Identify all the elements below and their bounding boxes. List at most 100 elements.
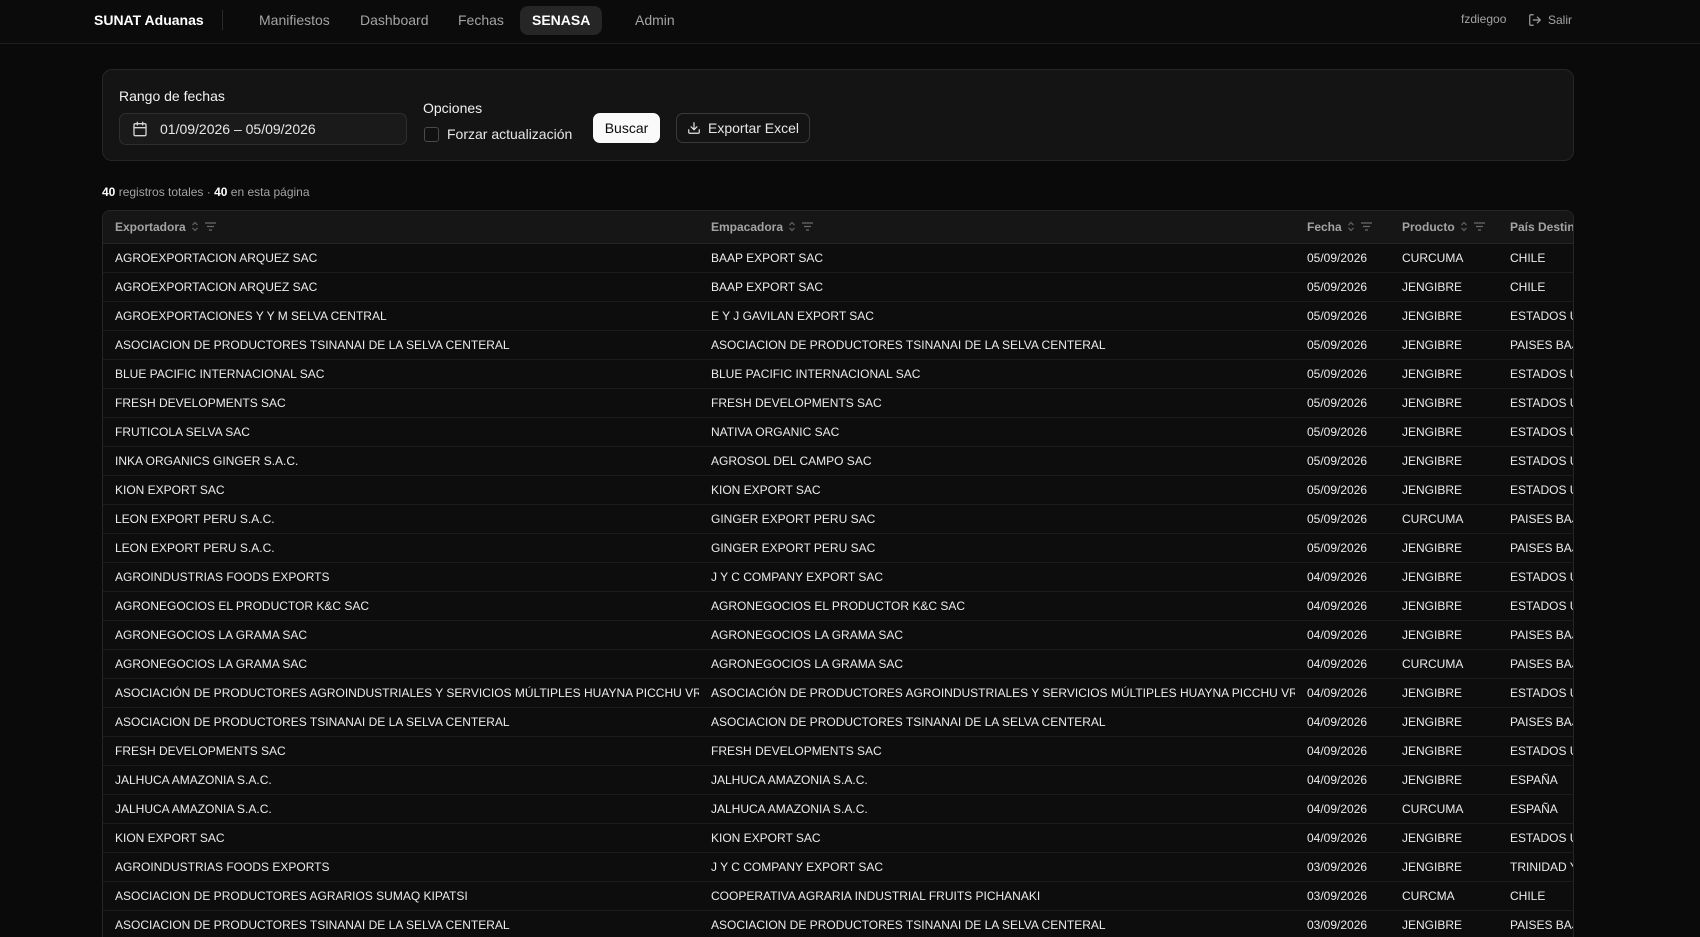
nav-item-senasa[interactable]: SENASA bbox=[520, 6, 603, 35]
cell-exportadora: BLUE PACIFIC INTERNACIONAL SAC bbox=[115, 366, 325, 381]
cell-exportadora: FRESH DEVELOPMENTS SAC bbox=[115, 395, 286, 410]
results-table-container[interactable]: Exportadora Empacadora Fecha Producto País D… bbox=[102, 210, 1574, 937]
cell-producto: JENGIBRE bbox=[1402, 830, 1463, 845]
filter-icon[interactable] bbox=[1473, 221, 1486, 232]
cell-exportadora: KION EXPORT SAC bbox=[115, 830, 225, 845]
sort-icon[interactable] bbox=[191, 221, 199, 232]
cell-fecha: 04/09/2026 bbox=[1307, 830, 1368, 845]
table-row[interactable]: AGRONEGOCIOS LA GRAMA SAC AGRONEGOCIOS LA… bbox=[103, 620, 1573, 649]
cell-empacadora: GINGER EXPORT PERU SAC bbox=[711, 540, 876, 555]
table-row[interactable]: ASOCIACION DE PRODUCTORES TSINANAI DE LA… bbox=[103, 707, 1573, 736]
sort-icon[interactable] bbox=[1347, 221, 1355, 232]
cell-exportadora: JALHUCA AMAZONIA S.A.C. bbox=[115, 772, 272, 787]
cell-empacadora: KION EXPORT SAC bbox=[711, 482, 821, 497]
force-update-checkbox[interactable] bbox=[424, 127, 439, 142]
cell-producto: JENGIBRE bbox=[1402, 482, 1463, 497]
nav-item-manifiestos[interactable]: Manifiestos bbox=[247, 6, 342, 35]
cell-producto: JENGIBRE bbox=[1402, 685, 1463, 700]
cell-empacadora: AGRONEGOCIOS LA GRAMA SAC bbox=[711, 656, 904, 671]
cell-empacadora: FRESH DEVELOPMENTS SAC bbox=[711, 743, 882, 758]
table-row[interactable]: ASOCIACIÓN DE PRODUCTORES AGROINDUSTRIAL… bbox=[103, 678, 1573, 707]
table-row[interactable]: FRESH DEVELOPMENTS SAC FRESH DEVELOPMENTS… bbox=[103, 388, 1573, 417]
column-header-producto[interactable]: Producto bbox=[1390, 211, 1498, 244]
nav-item-dashboard[interactable]: Dashboard bbox=[348, 6, 441, 35]
cell-pais-destino: PAISES BAJOS bbox=[1510, 656, 1573, 671]
cell-producto: JENGIBRE bbox=[1402, 366, 1463, 381]
cell-pais-destino: ESTADOS UNIDOS bbox=[1510, 308, 1573, 323]
table-row[interactable]: AGROEXPORTACION ARQUEZ SAC BAAP EXPORT SA… bbox=[103, 243, 1573, 272]
cell-exportadora: AGROINDUSTRIAS FOODS EXPORTS bbox=[115, 569, 330, 584]
cell-empacadora: ASOCIACIÓN DE PRODUCTORES AGROINDUSTRIAL… bbox=[711, 685, 1295, 700]
cell-fecha: 05/09/2026 bbox=[1307, 279, 1368, 294]
cell-exportadora: LEON EXPORT PERU S.A.C. bbox=[115, 511, 275, 526]
cell-exportadora: AGROEXPORTACION ARQUEZ SAC bbox=[115, 279, 318, 294]
column-header-fecha[interactable]: Fecha bbox=[1295, 211, 1390, 244]
cell-pais-destino: ESTADOS UNIDOS bbox=[1510, 482, 1573, 497]
cell-fecha: 04/09/2026 bbox=[1307, 801, 1368, 816]
table-row[interactable]: ASOCIACION DE PRODUCTORES TSINANAI DE LA… bbox=[103, 910, 1573, 937]
table-row[interactable]: LEON EXPORT PERU S.A.C. GINGER EXPORT PER… bbox=[103, 533, 1573, 562]
table-row[interactable]: KION EXPORT SAC KION EXPORT SAC 05/09/2026… bbox=[103, 475, 1573, 504]
cell-exportadora: AGRONEGOCIOS LA GRAMA SAC bbox=[115, 656, 308, 671]
table-row[interactable]: FRESH DEVELOPMENTS SAC FRESH DEVELOPMENTS… bbox=[103, 736, 1573, 765]
cell-producto: JENGIBRE bbox=[1402, 395, 1463, 410]
cell-fecha: 05/09/2026 bbox=[1307, 308, 1368, 323]
cell-exportadora: LEON EXPORT PERU S.A.C. bbox=[115, 540, 275, 555]
cell-empacadora: GINGER EXPORT PERU SAC bbox=[711, 511, 876, 526]
table-row[interactable]: ASOCIACION DE PRODUCTORES TSINANAI DE LA… bbox=[103, 330, 1573, 359]
cell-exportadora: FRUTICOLA SELVA SAC bbox=[115, 424, 250, 439]
cell-empacadora: BAAP EXPORT SAC bbox=[711, 250, 824, 265]
cell-producto: JENGIBRE bbox=[1402, 917, 1463, 932]
cell-empacadora: J Y C COMPANY EXPORT SAC bbox=[711, 859, 884, 874]
table-row[interactable]: LEON EXPORT PERU S.A.C. GINGER EXPORT PER… bbox=[103, 504, 1573, 533]
table-row[interactable]: FRUTICOLA SELVA SAC NATIVA ORGANIC SAC 05/… bbox=[103, 417, 1573, 446]
cell-empacadora: KION EXPORT SAC bbox=[711, 830, 821, 845]
filter-icon[interactable] bbox=[204, 221, 217, 232]
sort-icon[interactable] bbox=[788, 221, 796, 232]
force-update-label[interactable]: Forzar actualización bbox=[447, 126, 572, 142]
cell-pais-destino: ESTADOS UNIDOS bbox=[1510, 366, 1573, 381]
cell-empacadora: JALHUCA AMAZONIA S.A.C. bbox=[711, 801, 868, 816]
table-row[interactable]: AGROEXPORTACIONES Y Y M SELVA CENTRAL E Y… bbox=[103, 301, 1573, 330]
filter-icon[interactable] bbox=[1360, 221, 1373, 232]
logout-button[interactable]: Salir bbox=[1528, 10, 1572, 30]
search-button[interactable]: Buscar bbox=[593, 113, 660, 143]
cell-pais-destino: ESTADOS UNIDOS bbox=[1510, 598, 1573, 613]
cell-pais-destino: ESTADOS UNIDOS bbox=[1510, 830, 1573, 845]
column-header-empacadora[interactable]: Empacadora bbox=[699, 211, 1295, 244]
cell-fecha: 04/09/2026 bbox=[1307, 598, 1368, 613]
table-row[interactable]: AGROINDUSTRIAS FOODS EXPORTS J Y C COMPAN… bbox=[103, 852, 1573, 881]
nav-item-admin[interactable]: Admin bbox=[623, 6, 687, 35]
table-row[interactable]: KION EXPORT SAC KION EXPORT SAC 04/09/2026… bbox=[103, 823, 1573, 852]
column-header-pais-destino[interactable]: País Destino bbox=[1498, 211, 1573, 244]
table-row[interactable]: JALHUCA AMAZONIA S.A.C. JALHUCA AMAZONIA … bbox=[103, 794, 1573, 823]
column-header-exportadora[interactable]: Exportadora bbox=[103, 211, 699, 244]
cell-fecha: 05/09/2026 bbox=[1307, 424, 1368, 439]
export-excel-button[interactable]: Exportar Excel bbox=[676, 113, 811, 143]
table-row[interactable]: AGROINDUSTRIAS FOODS EXPORTS J Y C COMPAN… bbox=[103, 562, 1573, 591]
table-row[interactable]: AGRONEGOCIOS EL PRODUCTOR K&C SAC AGRONEG… bbox=[103, 591, 1573, 620]
table-row[interactable]: ASOCIACION DE PRODUCTORES AGRARIOS SUMAQ… bbox=[103, 881, 1573, 910]
table-row[interactable]: BLUE PACIFIC INTERNACIONAL SAC BLUE PACIF… bbox=[103, 359, 1573, 388]
total-count-text: registros totales · bbox=[118, 185, 211, 199]
results-table: Exportadora Empacadora Fecha Producto País D… bbox=[103, 211, 1573, 937]
date-range-label: Rango de fechas bbox=[119, 88, 225, 104]
table-row[interactable]: INKA ORGANICS GINGER S.A.C. AGROSOL DEL C… bbox=[103, 446, 1573, 475]
cell-pais-destino: PAISES BAJOS bbox=[1510, 917, 1573, 932]
calendar-icon bbox=[133, 121, 147, 137]
page-count-text: en esta página bbox=[230, 185, 310, 199]
cell-producto: CURCUMA bbox=[1402, 801, 1464, 816]
filter-icon[interactable] bbox=[801, 221, 814, 232]
table-row[interactable]: AGROEXPORTACION ARQUEZ SAC BAAP EXPORT SA… bbox=[103, 272, 1573, 301]
cell-producto: CURCMA bbox=[1402, 888, 1455, 903]
user-name: fzdiegoo bbox=[1461, 12, 1507, 26]
sort-icon[interactable] bbox=[1460, 221, 1468, 232]
page-count: 40 bbox=[214, 185, 228, 199]
cell-fecha: 03/09/2026 bbox=[1307, 888, 1368, 903]
table-row[interactable]: JALHUCA AMAZONIA S.A.C. JALHUCA AMAZONIA … bbox=[103, 765, 1573, 794]
nav-item-fechas[interactable]: Fechas bbox=[446, 6, 516, 35]
date-range-picker[interactable]: 01/09/2026 – 05/09/2026 bbox=[119, 113, 407, 145]
cell-fecha: 04/09/2026 bbox=[1307, 569, 1368, 584]
table-header-row: Exportadora Empacadora Fecha Producto País D… bbox=[103, 211, 1573, 244]
table-row[interactable]: AGRONEGOCIOS LA GRAMA SAC AGRONEGOCIOS LA… bbox=[103, 649, 1573, 678]
